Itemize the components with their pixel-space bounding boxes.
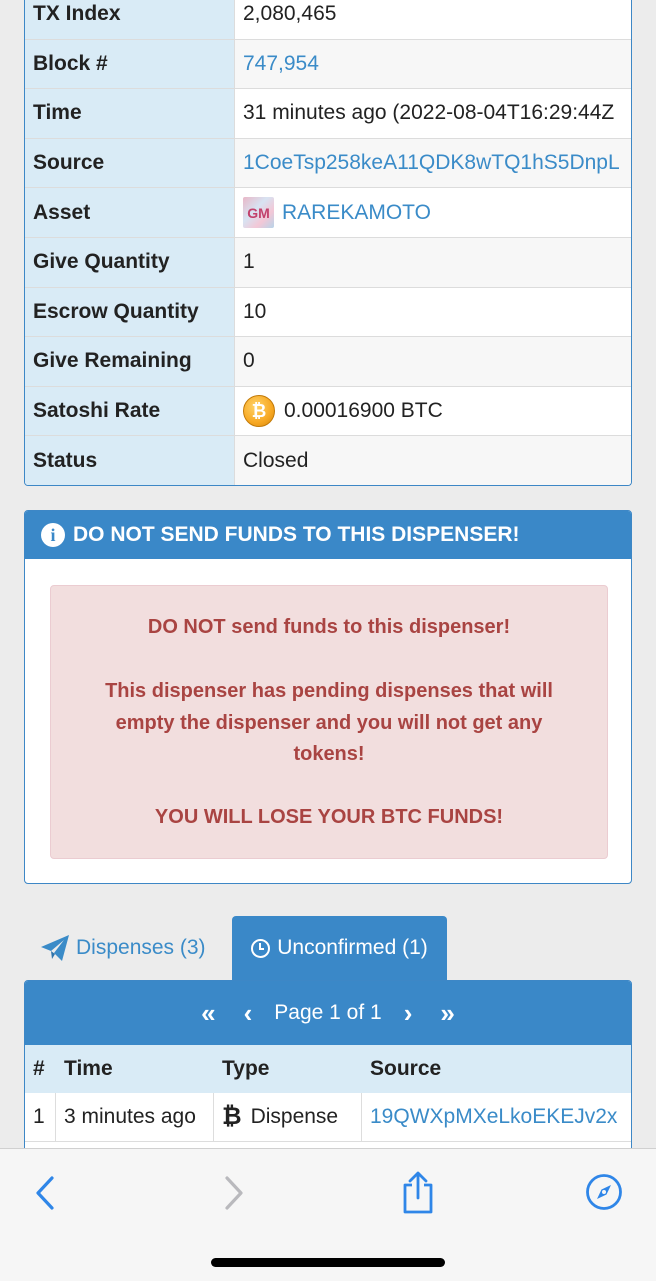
detail-label: TX Index: [25, 0, 235, 39]
tab-unconfirmed[interactable]: Unconfirmed (1): [232, 916, 447, 980]
row-type: ₿ Dispense: [214, 1093, 362, 1141]
detail-label: Time: [25, 89, 235, 138]
detail-label: Satoshi Rate: [25, 386, 235, 436]
column-header-num: #: [33, 1057, 45, 1080]
tab-dispenses[interactable]: Dispenses (3): [24, 916, 232, 980]
page-indicator: Page 1 of 1: [274, 1001, 382, 1024]
alert-line-3: YOU WILL LOSE YOUR BTC FUNDS!: [154, 806, 504, 828]
row-source-link[interactable]: 19QWXpMXeLkoEKEJv2x: [370, 1105, 617, 1128]
source-address-link[interactable]: 1CoeTsp258keA11QDK8wTQ1hS5DnpL: [243, 151, 620, 175]
detail-row-time: Time 31 minutes ago (2022-08-04T16:29:44…: [25, 89, 631, 139]
tab-unconfirmed-label: Unconfirmed (1): [277, 936, 428, 959]
detail-label: Block #: [25, 39, 235, 89]
asset-link[interactable]: RAREKAMOTO: [282, 201, 431, 225]
detail-value: 2,080,465: [243, 2, 337, 26]
tab-dispenses-label: Dispenses (3): [76, 936, 206, 959]
column-header-type: Type: [222, 1057, 270, 1080]
compass-icon[interactable]: [585, 1173, 623, 1211]
detail-label: Source: [25, 138, 235, 188]
share-icon[interactable]: [400, 1171, 436, 1215]
detail-label: Asset: [25, 188, 235, 237]
column-header-source: Source: [370, 1057, 442, 1080]
unconfirmed-panel: « ‹ Page 1 of 1 › » # Time Type Source 1…: [24, 980, 632, 1148]
activity-tabs: Dispenses (3) Unconfirmed (1): [24, 916, 447, 980]
alert-line-2: This dispenser has pending dispenses tha…: [105, 680, 553, 765]
detail-row-give-remaining: Give Remaining 0: [25, 337, 631, 387]
block-link[interactable]: 747,954: [243, 52, 319, 76]
paper-plane-icon: [41, 935, 69, 961]
row-type-label: Dispense: [250, 1105, 339, 1128]
detail-row-block: Block # 747,954: [25, 39, 631, 90]
home-indicator: [211, 1258, 445, 1267]
row-time: 3 minutes ago: [56, 1093, 214, 1141]
page-content: TX Index 2,080,465 Block # 747,954 Time …: [0, 0, 656, 1148]
asset-thumbnail-icon: GM: [243, 197, 274, 229]
detail-row-tx-index: TX Index 2,080,465: [25, 0, 631, 40]
detail-label: Status: [25, 436, 235, 485]
pagination: « ‹ Page 1 of 1 › »: [25, 981, 631, 1045]
detail-value: 747,954: [235, 39, 631, 89]
detail-value: GM RAREKAMOTO: [235, 188, 631, 237]
next-page-button[interactable]: ›: [404, 998, 413, 1029]
row-number: 1: [25, 1093, 56, 1141]
alert-line-1: DO NOT send funds to this dispenser!: [147, 616, 511, 638]
detail-label: Escrow Quantity: [25, 287, 235, 337]
table-row: 1 3 minutes ago ₿ Dispense 19QWXpMXeLkoE…: [25, 1093, 631, 1142]
detail-value: 1: [235, 237, 631, 287]
detail-value: ₿ 0.00016900 BTC: [235, 387, 631, 436]
detail-row-status: Status Closed: [25, 436, 631, 485]
detail-label: Give Quantity: [25, 237, 235, 287]
row-source: 19QWXpMXeLkoEKEJv2x: [362, 1105, 631, 1129]
bitcoin-coin-icon: ₿: [243, 395, 275, 428]
warning-panel-header: i DO NOT SEND FUNDS TO THIS DISPENSER!: [25, 511, 631, 559]
detail-value: Closed: [235, 436, 631, 485]
danger-alert: DO NOT send funds to this dispenser! Thi…: [50, 585, 608, 859]
detail-row-asset: Asset GM RAREKAMOTO: [25, 188, 631, 238]
detail-row-escrow-quantity: Escrow Quantity 10: [25, 287, 631, 338]
chevron-left-icon[interactable]: [33, 1173, 57, 1213]
info-icon: i: [41, 523, 65, 547]
last-page-button[interactable]: »: [440, 998, 454, 1029]
column-header-time: Time: [64, 1057, 113, 1080]
chevron-right-icon[interactable]: [222, 1173, 246, 1213]
clock-icon: [251, 938, 271, 958]
detail-row-source: Source 1CoeTsp258keA11QDK8wTQ1hS5DnpL: [25, 138, 631, 189]
detail-value: 31 minutes ago (2022-08-04T16:29:44Z: [243, 101, 615, 125]
detail-value: 0: [235, 337, 631, 386]
detail-value: 10: [243, 299, 267, 323]
first-page-button[interactable]: «: [201, 998, 215, 1029]
detail-row-give-quantity: Give Quantity 1: [25, 237, 631, 288]
warning-title: DO NOT SEND FUNDS TO THIS DISPENSER!: [73, 523, 520, 546]
detail-label: Give Remaining: [25, 337, 235, 386]
bitcoin-icon: ₿: [222, 1103, 242, 1130]
warning-panel: i DO NOT SEND FUNDS TO THIS DISPENSER! D…: [24, 510, 632, 884]
satoshi-rate-value: 0.00016900 BTC: [284, 399, 443, 423]
dispenser-details-table: TX Index 2,080,465 Block # 747,954 Time …: [24, 0, 632, 486]
prev-page-button[interactable]: ‹: [244, 998, 253, 1029]
table-header: # Time Type Source: [25, 1045, 631, 1093]
detail-value: 1CoeTsp258keA11QDK8wTQ1hS5DnpL: [235, 138, 631, 188]
detail-row-satoshi-rate: Satoshi Rate ₿ 0.00016900 BTC: [25, 386, 631, 437]
